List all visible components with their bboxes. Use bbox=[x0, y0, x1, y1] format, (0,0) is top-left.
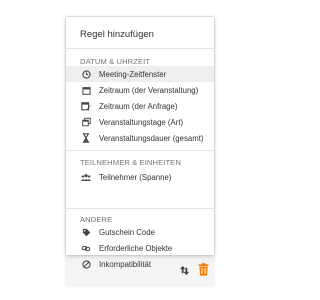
menu-item-label: Zeitraum (der Anfrage) bbox=[99, 101, 178, 111]
add-rule-dropdown: Regel hinzufügen DATUM & UHRZEIT Meeting… bbox=[66, 17, 214, 255]
menu-item-label: Teilnehmer (Spanne) bbox=[99, 172, 172, 182]
menu-item-event-period[interactable]: Zeitraum (der Veranstaltung) bbox=[66, 82, 214, 98]
tag-icon bbox=[81, 227, 91, 237]
divider bbox=[66, 150, 214, 151]
menu-item-label: Inkompatibilität bbox=[99, 259, 152, 269]
menu-item-label: Veranstaltungsdauer (gesamt) bbox=[99, 133, 204, 143]
block-icon bbox=[81, 259, 91, 269]
menu-item-incompatibility[interactable]: Inkompatibilität bbox=[66, 256, 214, 272]
canvas: Regel hinzufügen DATUM & UHRZEIT Meeting… bbox=[0, 0, 300, 300]
menu-item-meeting-timeslot[interactable]: Meeting-Zeitfenster bbox=[66, 66, 214, 82]
menu-item-participants-range[interactable]: Teilnehmer (Spanne) bbox=[66, 169, 214, 185]
calendar-days-icon bbox=[81, 117, 91, 127]
clock-icon bbox=[81, 69, 91, 79]
section-heading-other: ANDERE bbox=[80, 215, 113, 224]
calendar-edit-icon bbox=[81, 101, 91, 111]
section-heading-participants: TEILNEHMER & EINHEITEN bbox=[80, 158, 181, 167]
menu-item-label: Erforderliche Objekte bbox=[99, 243, 173, 253]
menu-item-request-period[interactable]: Zeitraum (der Anfrage) bbox=[66, 98, 214, 114]
people-icon bbox=[81, 172, 91, 182]
calendar-icon bbox=[81, 85, 91, 95]
dropdown-title: Regel hinzufügen bbox=[80, 29, 154, 40]
menu-item-event-duration[interactable]: Veranstaltungsdauer (gesamt) bbox=[66, 130, 214, 146]
menu-item-label: Zeitraum (der Veranstaltung) bbox=[99, 85, 199, 95]
link-icon bbox=[81, 243, 91, 253]
menu-item-event-days[interactable]: Veranstaltungstage (Art) bbox=[66, 114, 214, 130]
menu-item-label: Meeting-Zeitfenster bbox=[99, 69, 167, 79]
menu-item-voucher-code[interactable]: Gutschein Code bbox=[66, 224, 214, 240]
divider bbox=[66, 48, 214, 49]
section-heading-date-time: DATUM & UHRZEIT bbox=[80, 57, 151, 66]
menu-item-label: Gutschein Code bbox=[99, 227, 155, 237]
menu-item-label: Veranstaltungstage (Art) bbox=[99, 117, 184, 127]
menu-item-required-objects[interactable]: Erforderliche Objekte bbox=[66, 240, 214, 256]
rule-panel: Regel hinzufügen DATUM & UHRZEIT Meeting… bbox=[66, 17, 214, 286]
divider bbox=[66, 208, 214, 209]
hourglass-icon bbox=[81, 133, 91, 143]
